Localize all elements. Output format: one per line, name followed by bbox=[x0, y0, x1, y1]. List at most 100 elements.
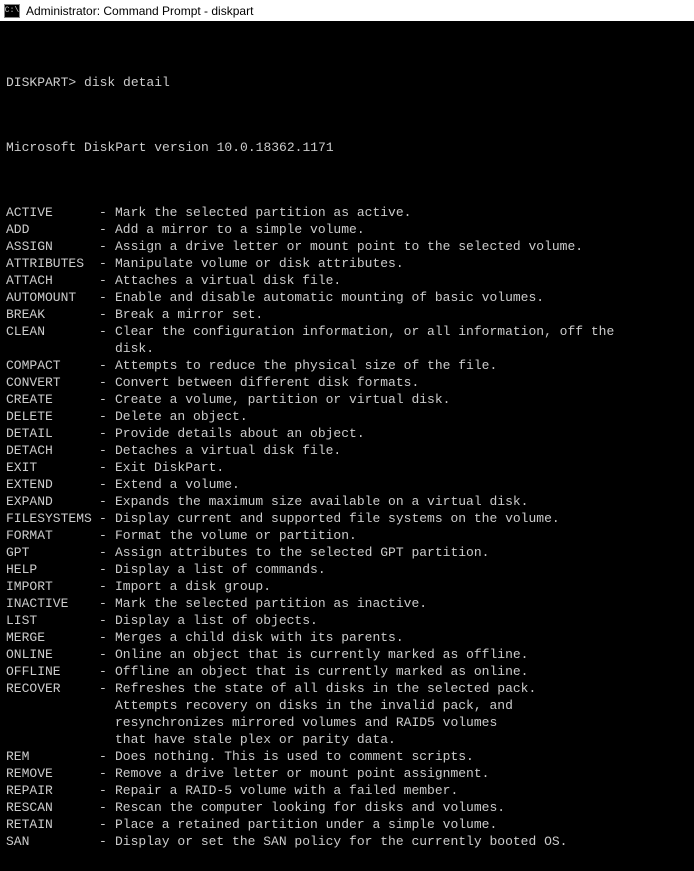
terminal-output[interactable]: DISKPART> disk detail Microsoft DiskPart… bbox=[0, 22, 694, 871]
command-description-cont: resynchronizes mirrored volumes and RAID… bbox=[115, 714, 688, 731]
separator: - bbox=[99, 799, 115, 816]
separator: - bbox=[99, 374, 115, 391]
separator: - bbox=[99, 748, 115, 765]
command-description: Online an object that is currently marke… bbox=[115, 646, 528, 663]
command-description: Merges a child disk with its parents. bbox=[115, 629, 404, 646]
command-name: REPAIR bbox=[6, 782, 99, 799]
version-line: Microsoft DiskPart version 10.0.18362.11… bbox=[6, 139, 688, 156]
command-description: Display a list of commands. bbox=[115, 561, 326, 578]
command-description: Provide details about an object. bbox=[115, 425, 365, 442]
separator: - bbox=[99, 595, 115, 612]
command-name: FORMAT bbox=[6, 527, 99, 544]
command-row: DETACH- Detaches a virtual disk file. bbox=[6, 442, 688, 459]
command-row: CLEAN- Clear the configuration informati… bbox=[6, 323, 688, 340]
separator: - bbox=[99, 255, 115, 272]
command-row: EXIT- Exit DiskPart. bbox=[6, 459, 688, 476]
command-description: Create a volume, partition or virtual di… bbox=[115, 391, 450, 408]
separator: - bbox=[99, 238, 115, 255]
separator: - bbox=[99, 425, 115, 442]
command-name: REMOVE bbox=[6, 765, 99, 782]
command-row: BREAK- Break a mirror set. bbox=[6, 306, 688, 323]
command-row: REPAIR- Repair a RAID-5 volume with a fa… bbox=[6, 782, 688, 799]
command-name: CONVERT bbox=[6, 374, 99, 391]
command-row: DELETE- Delete an object. bbox=[6, 408, 688, 425]
command-row: MERGE- Merges a child disk with its pare… bbox=[6, 629, 688, 646]
command-list: ACTIVE- Mark the selected partition as a… bbox=[6, 204, 688, 850]
command-description: Place a retained partition under a simpl… bbox=[115, 816, 497, 833]
command-row: EXPAND- Expands the maximum size availab… bbox=[6, 493, 688, 510]
separator: - bbox=[99, 204, 115, 221]
separator: - bbox=[99, 442, 115, 459]
separator: - bbox=[99, 289, 115, 306]
command-name: INACTIVE bbox=[6, 595, 99, 612]
command-row: EXTEND- Extend a volume. bbox=[6, 476, 688, 493]
separator: - bbox=[99, 391, 115, 408]
command-row: HELP- Display a list of commands. bbox=[6, 561, 688, 578]
command-name: BREAK bbox=[6, 306, 99, 323]
command-description: Rescan the computer looking for disks an… bbox=[115, 799, 505, 816]
separator: - bbox=[99, 323, 115, 340]
separator: - bbox=[99, 612, 115, 629]
command-description: Expands the maximum size available on a … bbox=[115, 493, 528, 510]
command-name: REM bbox=[6, 748, 99, 765]
separator: - bbox=[99, 221, 115, 238]
separator: - bbox=[99, 357, 115, 374]
command-row: ACTIVE- Mark the selected partition as a… bbox=[6, 204, 688, 221]
command-row: REM- Does nothing. This is used to comme… bbox=[6, 748, 688, 765]
command-row: ONLINE- Online an object that is current… bbox=[6, 646, 688, 663]
command-name: CLEAN bbox=[6, 323, 99, 340]
command-row: FILESYSTEMS- Display current and support… bbox=[6, 510, 688, 527]
separator: - bbox=[99, 459, 115, 476]
separator: - bbox=[99, 272, 115, 289]
command-description: Assign a drive letter or mount point to … bbox=[115, 238, 583, 255]
command-description: Import a disk group. bbox=[115, 578, 271, 595]
command-description: Assign attributes to the selected GPT pa… bbox=[115, 544, 489, 561]
entered-command: disk detail bbox=[84, 75, 170, 90]
command-name: DETACH bbox=[6, 442, 99, 459]
separator: - bbox=[99, 816, 115, 833]
prompt: DISKPART> bbox=[6, 75, 84, 90]
command-row: IMPORT- Import a disk group. bbox=[6, 578, 688, 595]
command-description-cont: that have stale plex or parity data. bbox=[115, 731, 688, 748]
command-row: ATTRIBUTES- Manipulate volume or disk at… bbox=[6, 255, 688, 272]
command-row: FORMAT- Format the volume or partition. bbox=[6, 527, 688, 544]
cmd-icon: C:\ bbox=[4, 4, 20, 18]
separator: - bbox=[99, 663, 115, 680]
command-description: Format the volume or partition. bbox=[115, 527, 357, 544]
separator: - bbox=[99, 544, 115, 561]
command-name: EXTEND bbox=[6, 476, 99, 493]
command-row: REMOVE- Remove a drive letter or mount p… bbox=[6, 765, 688, 782]
command-name: AUTOMOUNT bbox=[6, 289, 99, 306]
command-row: AUTOMOUNT- Enable and disable automatic … bbox=[6, 289, 688, 306]
command-description: Enable and disable automatic mounting of… bbox=[115, 289, 544, 306]
separator: - bbox=[99, 765, 115, 782]
command-name: DETAIL bbox=[6, 425, 99, 442]
separator: - bbox=[99, 510, 115, 527]
prompt-line: DISKPART> disk detail bbox=[6, 74, 688, 91]
command-name: ACTIVE bbox=[6, 204, 99, 221]
window-title: Administrator: Command Prompt - diskpart bbox=[26, 4, 253, 18]
separator: - bbox=[99, 782, 115, 799]
window-title-bar[interactable]: C:\ Administrator: Command Prompt - disk… bbox=[0, 0, 694, 22]
command-description: Extend a volume. bbox=[115, 476, 240, 493]
command-description: Mark the selected partition as inactive. bbox=[115, 595, 427, 612]
command-name: FILESYSTEMS bbox=[6, 510, 99, 527]
command-name: ASSIGN bbox=[6, 238, 99, 255]
command-name: CREATE bbox=[6, 391, 99, 408]
command-row: COMPACT- Attempts to reduce the physical… bbox=[6, 357, 688, 374]
command-name: RECOVER bbox=[6, 680, 99, 697]
command-description: Repair a RAID-5 volume with a failed mem… bbox=[115, 782, 458, 799]
command-description: Refreshes the state of all disks in the … bbox=[115, 680, 536, 697]
command-row: CONVERT- Convert between different disk … bbox=[6, 374, 688, 391]
command-name: RETAIN bbox=[6, 816, 99, 833]
command-name: SAN bbox=[6, 833, 99, 850]
command-name: RESCAN bbox=[6, 799, 99, 816]
command-description: Attempts to reduce the physical size of … bbox=[115, 357, 497, 374]
command-description: Display or set the SAN policy for the cu… bbox=[115, 833, 567, 850]
command-row: RECOVER- Refreshes the state of all disk… bbox=[6, 680, 688, 697]
command-row: CREATE- Create a volume, partition or vi… bbox=[6, 391, 688, 408]
command-row: ATTACH- Attaches a virtual disk file. bbox=[6, 272, 688, 289]
command-name: ATTACH bbox=[6, 272, 99, 289]
command-name: ONLINE bbox=[6, 646, 99, 663]
separator: - bbox=[99, 680, 115, 697]
